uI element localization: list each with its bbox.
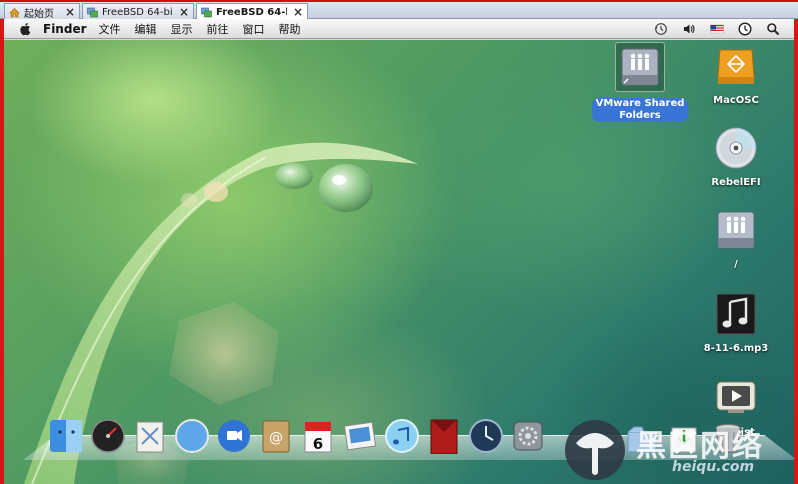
ichat-icon[interactable]: [216, 418, 252, 454]
vm-tab-bar: 起始页 × FreeBSD 64-bit × FreeBSD 64-bit ×: [0, 0, 798, 20]
tab-label: FreeBSD 64-bit: [102, 6, 173, 18]
clock-icon[interactable]: [738, 22, 752, 36]
svg-text:@: @: [269, 430, 283, 446]
us-flag-icon[interactable]: [710, 22, 724, 36]
desktop-icon-label: RebelEFI: [711, 177, 761, 188]
shared-folder-drive-icon: [717, 211, 755, 249]
desktop-icon-mp3[interactable]: 8-11-6.mp3: [686, 292, 786, 355]
time-machine-icon[interactable]: [468, 418, 504, 454]
vm-icon: [201, 7, 212, 17]
dashboard-icon[interactable]: [90, 418, 126, 454]
mail-icon[interactable]: [132, 418, 168, 454]
desktop-icon-rebelefi[interactable]: RebelEFI: [686, 126, 786, 189]
shared-folder-drive-icon: [621, 48, 659, 86]
desktop-icon-label: /: [734, 259, 738, 270]
iphoto-icon[interactable]: [342, 418, 378, 454]
finder-icon[interactable]: [48, 418, 84, 454]
watermark-logo-icon: [565, 420, 625, 480]
tab-label: 起始页: [24, 8, 54, 20]
tab-freebsd-2[interactable]: FreeBSD 64-bit ×: [196, 3, 308, 20]
ical-date: 6: [313, 435, 323, 453]
close-icon[interactable]: ×: [65, 5, 75, 19]
ical-icon[interactable]: 6: [300, 418, 336, 454]
cd-icon: [715, 127, 757, 169]
menubar-status-area: [654, 19, 794, 39]
menu-view[interactable]: 显示: [171, 21, 193, 37]
spotlight-icon[interactable]: [766, 22, 780, 36]
menu-window[interactable]: 窗口: [243, 21, 265, 37]
address-book-icon[interactable]: @: [258, 418, 294, 454]
itunes-icon[interactable]: [384, 418, 420, 454]
watermark-url: heiqu.com: [672, 459, 755, 475]
close-icon[interactable]: ×: [293, 5, 303, 19]
apple-menu-icon[interactable]: [19, 22, 33, 36]
desktop-icon-root[interactable]: /: [686, 208, 786, 271]
volume-icon[interactable]: [682, 22, 696, 36]
time-machine-icon[interactable]: [654, 22, 668, 36]
close-icon[interactable]: ×: [179, 5, 189, 19]
photo-booth-icon[interactable]: [426, 418, 462, 454]
desktop-icon-vmware-shared-folders[interactable]: VMware Shared Folders: [590, 42, 690, 122]
icon-selection-frame: [615, 42, 665, 92]
vm-icon: [87, 7, 98, 17]
site-watermark: 黑区网络 heiqu.com: [562, 417, 798, 484]
home-icon: [9, 7, 20, 17]
menu-edit[interactable]: 编辑: [135, 21, 157, 37]
safari-icon[interactable]: [174, 418, 210, 454]
menu-go[interactable]: 前往: [207, 21, 229, 37]
desktop-icon-label: 8-11-6.mp3: [703, 343, 769, 354]
tab-home[interactable]: 起始页 ×: [4, 3, 80, 20]
menu-file[interactable]: 文件: [99, 21, 121, 37]
finder-menu[interactable]: Finder: [43, 22, 87, 36]
tab-freebsd-1[interactable]: FreeBSD 64-bit ×: [82, 3, 194, 20]
menu-help[interactable]: 帮助: [279, 21, 301, 37]
external-drive-icon: [717, 49, 755, 84]
music-file-icon: [716, 293, 756, 335]
desktop-icon-macosc[interactable]: MacOSC: [686, 44, 786, 107]
desktop-icon-label: MacOSC: [713, 95, 759, 106]
tab-label: FreeBSD 64-bit: [216, 6, 287, 18]
system-preferences-icon[interactable]: [510, 418, 546, 454]
desktop-icon-label: VMware Shared Folders: [591, 98, 689, 122]
mac-menubar: Finder 文件 编辑 显示 前往 窗口 帮助: [4, 19, 794, 39]
